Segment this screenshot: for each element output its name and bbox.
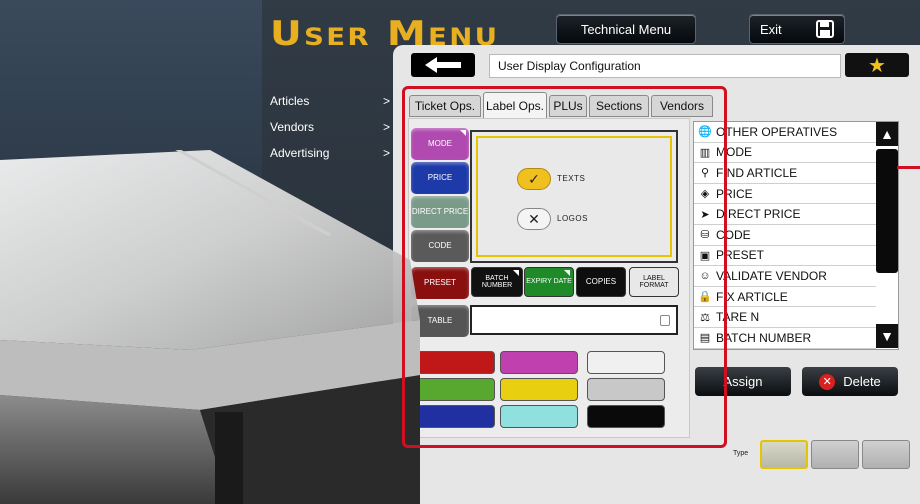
scale-device-image [0, 150, 420, 504]
sidebar-item-articles[interactable]: Articles > [270, 94, 390, 108]
exit-label: Exit [760, 21, 782, 37]
delete-icon: ✕ [819, 373, 836, 390]
scroll-thumb[interactable] [876, 149, 898, 273]
sidebar-item-label: Vendors [270, 120, 315, 134]
highlight-pointer-line [897, 166, 920, 169]
delete-label: Delete [843, 374, 881, 389]
highlight-frame [402, 86, 727, 448]
save-disk-icon [816, 20, 834, 38]
favorite-button[interactable]: ★ [845, 53, 909, 77]
exit-button[interactable]: Exit [749, 14, 845, 44]
type-option-3[interactable] [862, 440, 910, 469]
star-icon: ★ [868, 54, 886, 77]
list-item-label: FIND ARTICLE [716, 165, 798, 180]
type-option-2[interactable] [811, 440, 859, 469]
breadcrumb: User Display Configuration [489, 54, 841, 78]
scroll-up-icon[interactable]: ▲ [876, 122, 898, 146]
list-item-label: OTHER OPERATIVES [716, 124, 838, 139]
chevron-right-icon: > [382, 94, 390, 108]
scroll-down-icon[interactable]: ▼ [876, 324, 898, 348]
back-button[interactable] [411, 53, 475, 77]
type-option-1[interactable] [760, 440, 808, 469]
list-item-label: VALIDATE VENDOR [716, 268, 827, 283]
delete-button[interactable]: ✕ Delete [802, 367, 898, 396]
sidebar-item-label: Articles [270, 94, 310, 108]
chevron-right-icon: > [382, 120, 390, 134]
list-item-label: BATCH NUMBER [716, 330, 812, 345]
technical-menu-button[interactable]: Technical Menu [556, 14, 696, 44]
type-label: Type [733, 450, 749, 457]
arrow-left-icon [425, 57, 461, 73]
list-item-label: DIRECT PRICE [716, 207, 801, 222]
sidebar-item-vendors[interactable]: Vendors > [270, 120, 390, 134]
